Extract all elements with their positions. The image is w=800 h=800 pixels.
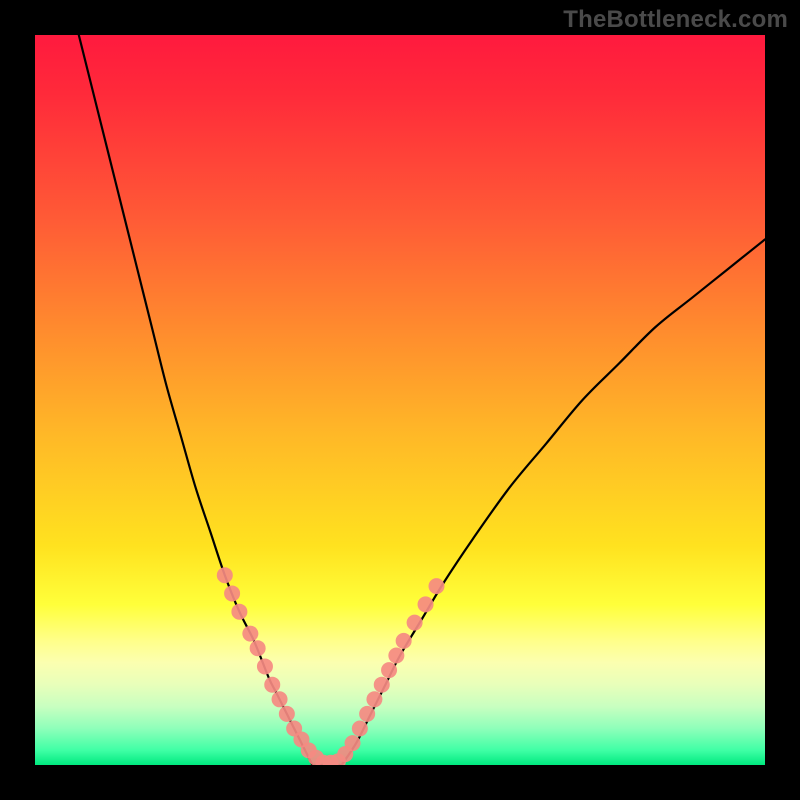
highlight-dot xyxy=(407,615,423,631)
bottleneck-curve xyxy=(79,35,765,765)
highlight-dot xyxy=(242,626,258,642)
highlight-dot xyxy=(345,735,361,751)
highlight-dot xyxy=(381,662,397,678)
highlight-dot xyxy=(374,677,390,693)
highlight-dot xyxy=(224,585,240,601)
highlight-dot xyxy=(359,706,375,722)
highlight-dot xyxy=(279,706,295,722)
highlight-dot xyxy=(272,691,288,707)
highlight-dot xyxy=(396,633,412,649)
plot-area xyxy=(35,35,765,765)
chart-svg xyxy=(35,35,765,765)
highlight-dot xyxy=(264,677,280,693)
highlight-dot xyxy=(250,640,266,656)
series-group xyxy=(79,35,765,765)
highlight-dot xyxy=(352,721,368,737)
highlight-dot xyxy=(418,596,434,612)
highlight-dot xyxy=(217,567,233,583)
highlight-dot xyxy=(388,648,404,664)
outer-frame: TheBottleneck.com xyxy=(0,0,800,800)
marker-group xyxy=(217,567,445,765)
highlight-dot xyxy=(257,658,273,674)
highlight-dot xyxy=(429,578,445,594)
watermark-text: TheBottleneck.com xyxy=(563,6,788,34)
highlight-dot xyxy=(231,604,247,620)
highlight-dot xyxy=(366,691,382,707)
